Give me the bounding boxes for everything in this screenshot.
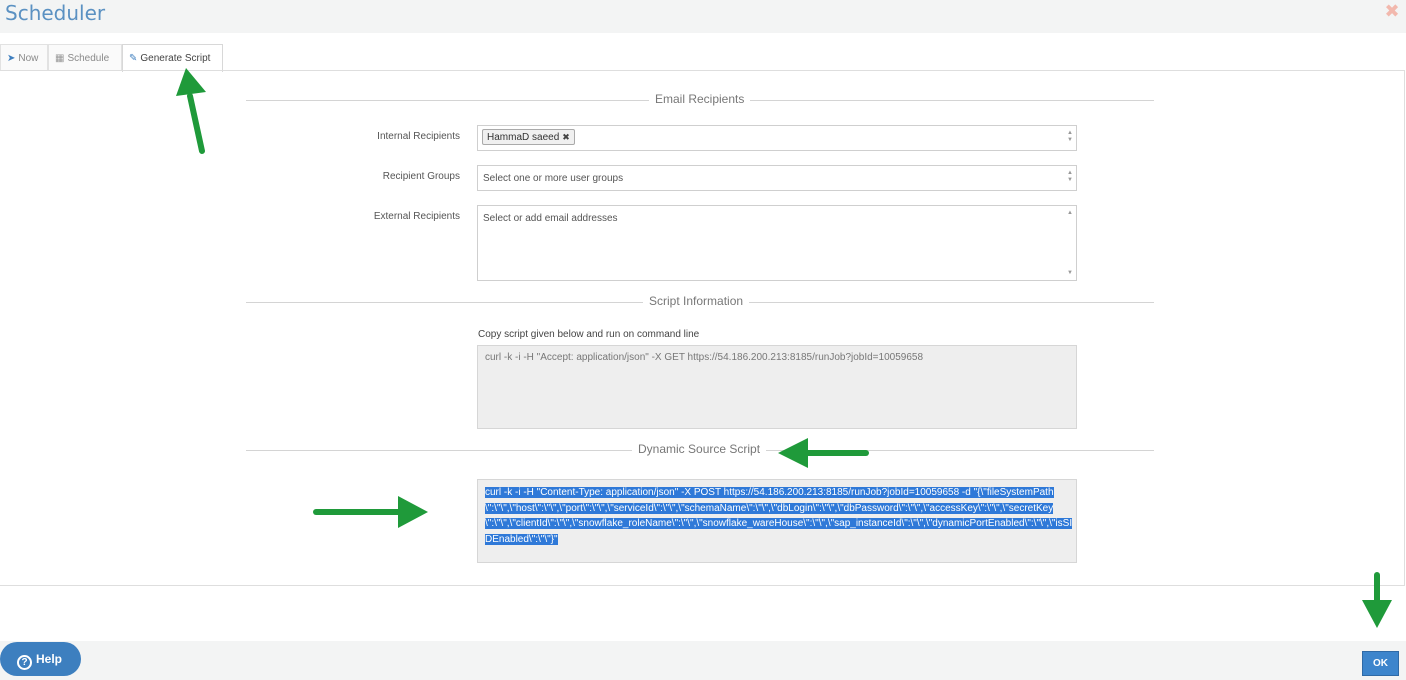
script-text: curl -k -i -H "Accept: application/json"… <box>485 352 924 363</box>
script-textarea[interactable]: curl -k -i -H "Accept: application/json"… <box>477 345 1077 429</box>
remove-tag-icon[interactable]: ✖ <box>562 132 570 142</box>
dynamic-script-selection: curl -k -i -H "Content-Type: application… <box>485 487 1073 545</box>
send-icon: ➤ <box>7 53 16 64</box>
external-recipients-input[interactable]: Select or add email addresses ▲ ▼ <box>477 205 1077 281</box>
tab-now[interactable]: ➤ Now <box>0 44 48 71</box>
recipient-groups-placeholder: Select one or more user groups <box>483 173 624 184</box>
scroll-up-icon[interactable]: ▲ <box>1066 210 1074 217</box>
scroll-arrows-icon[interactable]: ▲ ▼ <box>1066 170 1074 184</box>
title-bar: Scheduler ✖ <box>0 0 1406 33</box>
question-icon: ? <box>17 655 32 670</box>
tab-generate-script-label: Generate Script <box>140 53 211 64</box>
script-hint: Copy script given below and run on comma… <box>478 329 700 340</box>
external-recipients-label: External Recipients <box>373 211 460 222</box>
tab-schedule[interactable]: ▦ Schedule <box>48 44 122 71</box>
help-button[interactable]: ? Help <box>0 642 81 676</box>
scroll-arrows-icon[interactable]: ▲ ▼ <box>1066 130 1074 144</box>
tab-now-label: Now <box>18 53 39 64</box>
recipient-groups-label: Recipient Groups <box>382 171 460 182</box>
dynamic-section-title: Dynamic Source Script <box>632 442 767 456</box>
recipient-tag-label: HammaD saeed <box>487 132 560 143</box>
tab-generate-script[interactable]: ✎ Generate Script <box>122 44 223 72</box>
dynamic-script-textarea[interactable]: curl -k -i -H "Content-Type: application… <box>477 479 1077 563</box>
close-icon[interactable]: ✖ <box>1384 2 1400 20</box>
calendar-icon: ▦ <box>55 53 65 64</box>
email-section-title: Email Recipients <box>649 92 751 106</box>
ok-button[interactable]: OK <box>1362 651 1399 676</box>
tab-schedule-label: Schedule <box>67 53 110 64</box>
recipient-groups-input[interactable]: Select one or more user groups ▲ ▼ <box>477 165 1077 191</box>
window-title: Scheduler <box>5 1 106 25</box>
footer-bar <box>0 641 1406 680</box>
script-icon: ✎ <box>129 53 138 64</box>
annotation-arrowhead-ok <box>1362 600 1392 628</box>
recipient-tag: HammaD saeed ✖ <box>482 129 575 145</box>
dynamic-script-text: curl -k -i -H "Content-Type: application… <box>485 485 1073 547</box>
scroll-down-icon[interactable]: ▼ <box>1066 270 1074 277</box>
internal-recipients-input[interactable]: HammaD saeed ✖ ▲ ▼ <box>477 125 1077 151</box>
help-label: Help <box>36 652 63 666</box>
external-recipients-placeholder: Select or add email addresses <box>483 213 618 224</box>
internal-recipients-label: Internal Recipients <box>377 131 460 142</box>
script-section-title: Script Information <box>643 294 750 308</box>
